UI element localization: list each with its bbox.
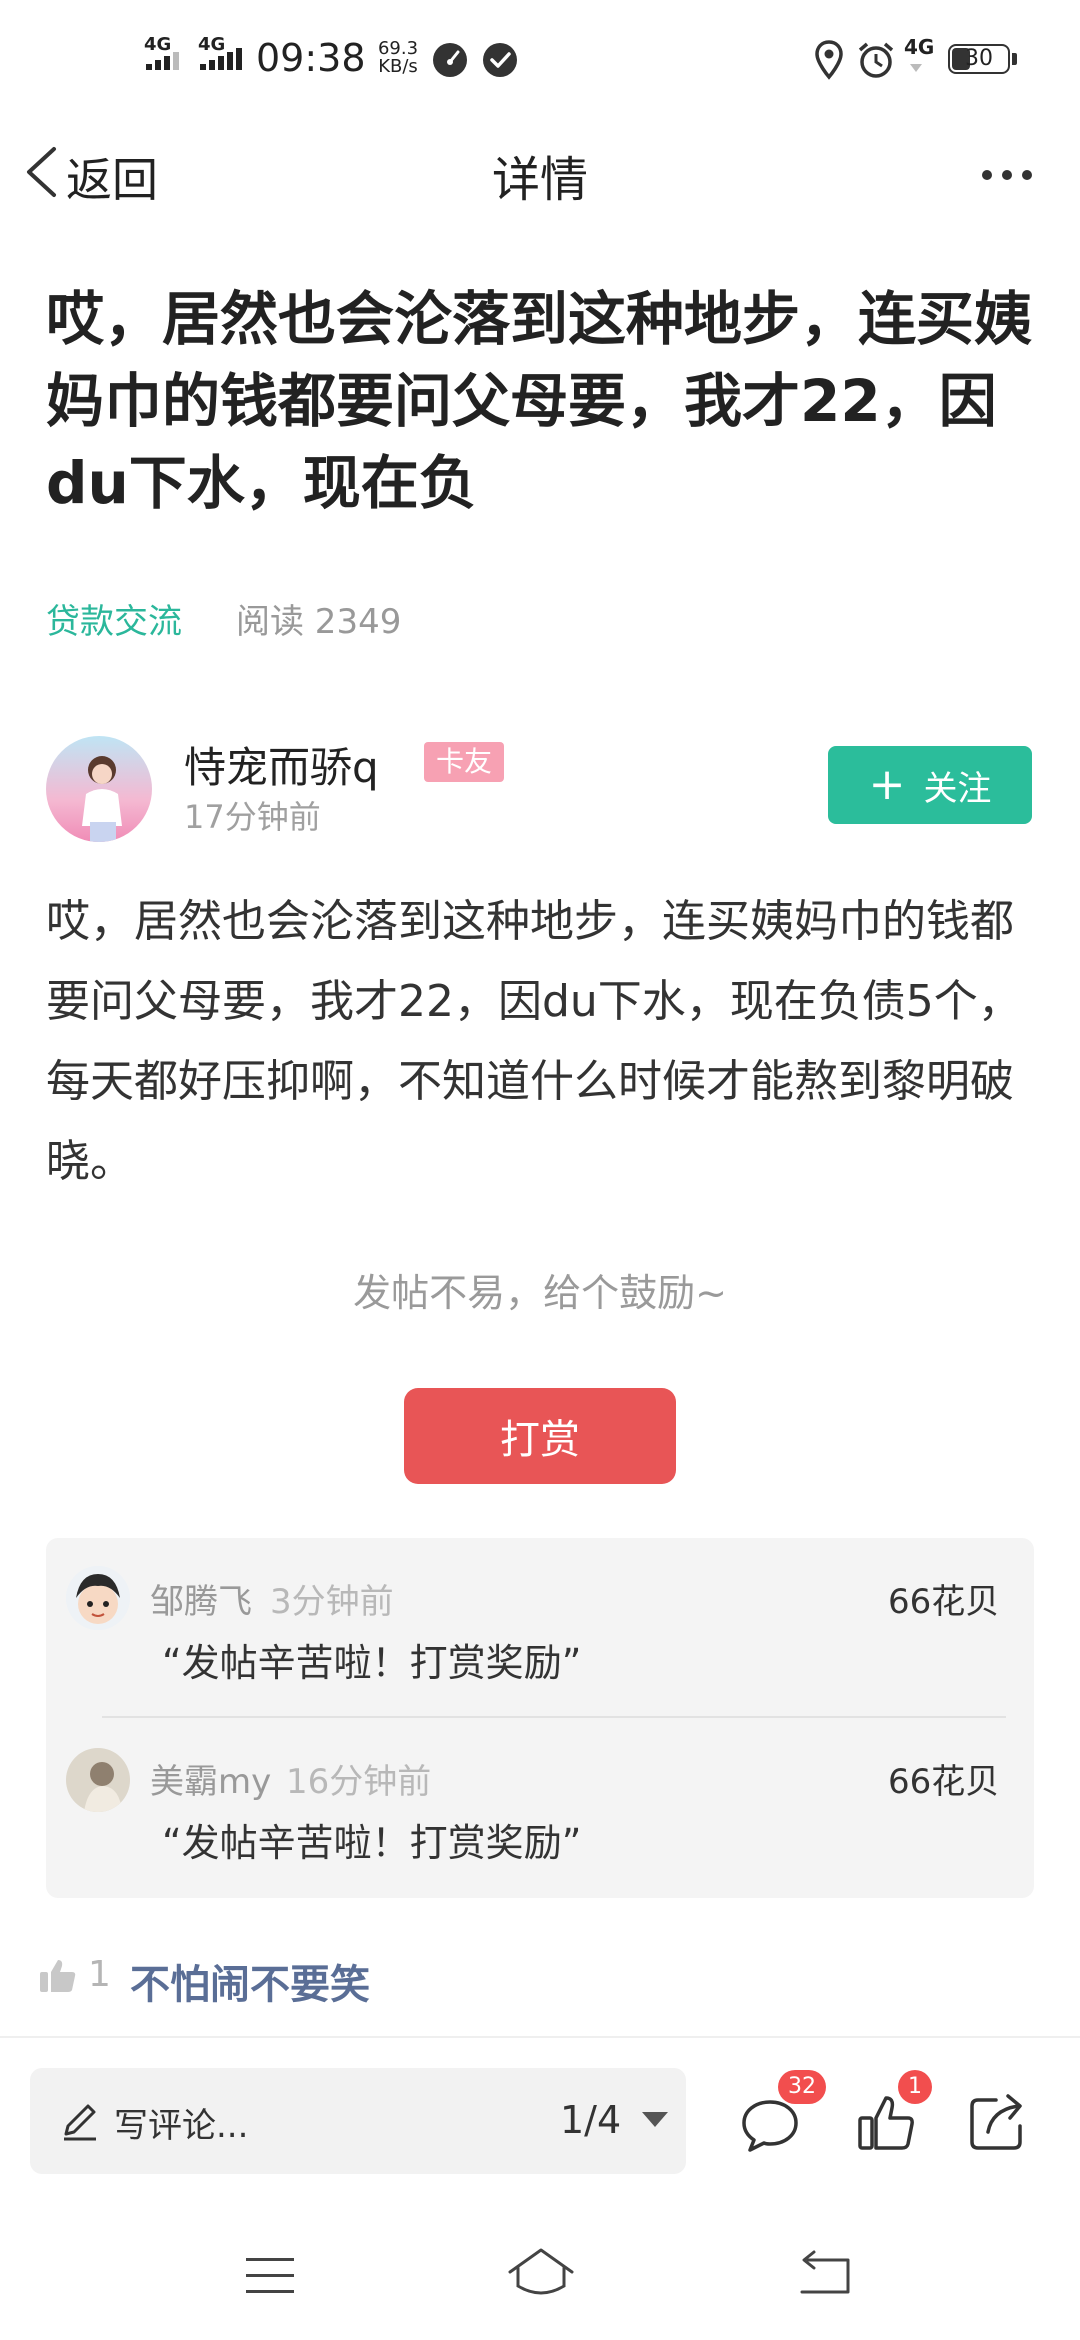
tipper-name[interactable]: 美霸my <box>150 1754 271 1803</box>
tipper-name[interactable]: 邹腾飞 <box>150 1574 252 1623</box>
follow-button[interactable]: + 关注 <box>828 746 1032 824</box>
like-button[interactable]: 1 <box>852 2070 932 2158</box>
check-circle-icon <box>482 42 518 78</box>
alarm-icon <box>856 40 896 80</box>
like-count-badge: 1 <box>898 2070 932 2104</box>
page-title: 详情 <box>491 152 588 208</box>
plus-icon: + <box>868 759 906 810</box>
more-icon <box>980 160 1036 190</box>
speedometer-icon <box>432 42 468 78</box>
divider <box>0 2036 1080 2038</box>
chevron-left-icon <box>24 146 58 198</box>
share-icon <box>966 2090 1030 2154</box>
follow-label: 关注 <box>923 768 992 809</box>
tip-time: 3分钟前 <box>270 1582 394 1622</box>
battery-level: 30 <box>965 46 993 71</box>
tipper-avatar[interactable] <box>66 1566 130 1630</box>
tip-message: “发帖辛苦啦！打赏奖励” <box>162 1821 582 1865</box>
signal-icon: 4G <box>904 35 940 78</box>
back-button[interactable]: 返回 <box>20 138 180 208</box>
network-speed: 69.3 KB/s <box>372 40 424 76</box>
tip-time: 16分钟前 <box>286 1762 432 1802</box>
thumbs-up-icon <box>38 1956 78 1996</box>
comment-input[interactable]: 写评论... 1/4 <box>30 2068 686 2174</box>
like-count: 1 <box>88 1954 111 1995</box>
network-type-label: 4G <box>198 34 226 55</box>
comment-placeholder: 写评论... <box>114 2106 249 2146</box>
divider <box>102 1716 1006 1718</box>
post-title: 哎，居然也会沦落到这种地步，连买姨妈巾的钱都要问父母要，我才22，因du下水，现… <box>46 285 1033 517</box>
pencil-icon <box>60 2102 100 2142</box>
signal-icon: 4G <box>198 36 246 76</box>
author-name[interactable]: 恃宠而骄q <box>184 734 379 795</box>
data-arrow-icon <box>910 64 922 72</box>
encourage-text: 发帖不易，给个鼓励~ <box>353 1271 727 1315</box>
home-icon[interactable] <box>506 2246 576 2300</box>
comment-icon <box>740 2096 800 2152</box>
tip-message: “发帖辛苦啦！打赏奖励” <box>162 1641 582 1685</box>
status-bar: 4G 4G 09:38 69.3 KB/s 4G 30 <box>0 0 1080 120</box>
signal-icon: 4G <box>144 36 188 76</box>
user-badge: 卡友 <box>424 742 505 782</box>
battery-icon: 30 <box>948 44 1020 78</box>
comment-count-badge: 32 <box>778 2070 826 2104</box>
network-type-label: 4G <box>144 34 172 55</box>
caret-down-icon[interactable] <box>642 2112 668 2127</box>
location-icon <box>814 40 844 80</box>
tip-amount: 66花贝 <box>888 1582 1000 1622</box>
liker-name[interactable]: 不怕闹不要笑 <box>130 1952 370 2010</box>
nav-bar: 返回 详情 <box>0 120 1080 220</box>
menu-icon[interactable] <box>242 2254 298 2298</box>
tip-amount: 66花贝 <box>888 1762 1000 1802</box>
back-label: 返回 <box>66 153 158 207</box>
comment-button[interactable]: 32 <box>736 2070 826 2158</box>
more-button[interactable] <box>980 160 1036 190</box>
post-body: 哎，居然也会沦落到这种地步，连买姨妈巾的钱都要问父母要，我才22，因du下水，现… <box>46 896 1022 1187</box>
tip-button[interactable]: 打赏 <box>404 1388 676 1484</box>
network-type-label: 4G <box>904 35 935 59</box>
post-time: 17分钟前 <box>184 798 321 836</box>
share-button[interactable] <box>966 2090 1030 2154</box>
read-count: 阅读 2349 <box>236 602 402 642</box>
tipper-avatar[interactable] <box>66 1748 130 1812</box>
status-time: 09:38 <box>256 36 366 80</box>
category-link[interactable]: 贷款交流 <box>46 594 182 643</box>
author-avatar[interactable] <box>46 736 152 842</box>
page-indicator[interactable]: 1/4 <box>560 2098 621 2142</box>
back-nav-icon[interactable] <box>794 2248 854 2298</box>
speed-unit: KB/s <box>378 56 418 77</box>
